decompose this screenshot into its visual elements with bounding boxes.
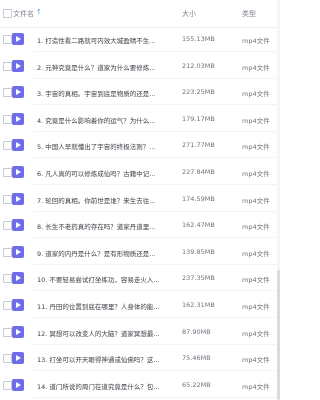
file-row[interactable]: 8. 长生不老药真的存在吗？道家丹道里... 162.47MB mp4文件	[0, 212, 280, 239]
file-size: 174.59MB	[182, 194, 215, 203]
file-row[interactable]: 6. 凡人真的可以修炼成仙吗？古籍中记... 227.84MB mp4文件	[0, 159, 280, 185]
file-size: 271.77MB	[182, 141, 215, 150]
video-file-icon	[12, 325, 24, 338]
file-name[interactable]: 9. 道家的内丹是什么？是有形物质还是...	[37, 248, 173, 258]
file-type: mp4文件	[242, 143, 270, 152]
file-row[interactable]: 4. 究竟是什么影响着你的运气？为什么... 179.17MB mp4文件	[0, 106, 280, 132]
row-checkbox[interactable]	[3, 380, 12, 390]
file-name[interactable]: 13. 打坐可以开天眼得神通或仙佛吗？这...	[37, 354, 173, 364]
file-name[interactable]: 1. 打造性看二路就可内效大城盈晴不生...	[37, 35, 173, 45]
scrollbar[interactable]	[277, 0, 280, 400]
file-size: 155.13MB	[182, 35, 215, 43]
video-file-icon	[12, 59, 24, 72]
file-type: mp4文件	[242, 382, 270, 391]
file-name[interactable]: 8. 长生不老药真的存在吗？道家丹道里...	[37, 221, 173, 231]
row-checkbox[interactable]	[3, 301, 12, 310]
file-row[interactable]: 9. 道家的内丹是什么？是有形物质还是... 139.85MB mp4文件	[0, 239, 280, 265]
file-name[interactable]: 12. 冥想可以改变人的大脑？道家冥想最...	[37, 328, 173, 338]
file-type: mp4文件	[242, 37, 270, 45]
video-file-icon	[12, 352, 24, 365]
file-row[interactable]: 5. 中国人早就懂出了宇宙的终极法则？... 271.77MB mp4文件	[0, 132, 280, 159]
row-checkbox[interactable]	[3, 35, 12, 44]
row-checkbox[interactable]	[3, 274, 12, 284]
column-header-name[interactable]: 文件名	[13, 9, 34, 19]
sort-ascending-icon[interactable]: ↑	[36, 8, 42, 16]
row-checkbox[interactable]	[3, 247, 12, 257]
file-type: mp4文件	[242, 90, 270, 99]
file-size: 212.03MB	[182, 61, 215, 70]
video-file-icon	[12, 139, 24, 152]
file-row[interactable]: 3. 宇宙的真相。宇宙到底是物质的还是... 223.25MB mp4文件	[0, 79, 280, 106]
file-type: mp4文件	[242, 249, 270, 258]
file-type: mp4文件	[242, 223, 270, 232]
file-size: 223.25MB	[182, 88, 215, 97]
row-checkbox[interactable]	[3, 168, 12, 177]
file-name[interactable]: 11. 丹田的位置到底在哪里？人身体的能...	[37, 301, 173, 311]
column-header-type[interactable]: 类型	[242, 9, 256, 19]
file-type: mp4文件	[242, 116, 270, 125]
scrollbar-thumb[interactable]	[277, 270, 280, 400]
file-name[interactable]: 2. 元神究竟是什么？道家为什么要修炼...	[37, 62, 173, 72]
file-size: 65.22MB	[182, 380, 211, 389]
file-size: 237.35MB	[182, 274, 215, 283]
select-all-checkbox[interactable]	[3, 9, 12, 18]
video-file-icon	[12, 192, 24, 205]
file-type: mp4文件	[242, 276, 270, 285]
file-size: 179.17MB	[182, 114, 215, 123]
file-row[interactable]: 14. 道门所说的周门在道究竟是什么？包... 65.22MB mp4文件	[0, 372, 280, 398]
video-file-icon	[12, 86, 24, 99]
file-row[interactable]: 10. 不要轻易尝试打坐练功，容易走火入... 237.35MB mp4文件	[0, 265, 280, 292]
file-size: 227.84MB	[182, 168, 215, 176]
file-name[interactable]: 5. 中国人早就懂出了宇宙的终极法则？...	[37, 141, 173, 151]
file-type: mp4文件	[242, 170, 270, 178]
file-row[interactable]: 7. 轮回的真相。你前世是谁？来生去往... 174.59MB mp4文件	[0, 186, 280, 212]
file-name[interactable]: 3. 宇宙的真相。宇宙到底是物质的还是...	[37, 88, 173, 98]
file-size: 162.47MB	[182, 221, 215, 230]
row-checkbox[interactable]	[3, 354, 12, 364]
row-checkbox[interactable]	[3, 61, 12, 71]
file-size: 162.31MB	[182, 301, 215, 309]
video-file-icon	[12, 33, 24, 45]
row-checkbox[interactable]	[3, 221, 12, 231]
file-name[interactable]: 4. 究竟是什么影响着你的运气？为什么...	[37, 115, 173, 125]
file-type: mp4文件	[242, 303, 270, 311]
file-row[interactable]: 11. 丹田的位置到底在哪里？人身体的能... 162.31MB mp4文件	[0, 292, 280, 318]
row-checkbox[interactable]	[3, 88, 12, 98]
file-row[interactable]: 1. 打造性看二路就可内效大城盈晴不生... 155.13MB mp4文件	[0, 26, 280, 52]
video-file-icon	[12, 245, 24, 258]
file-row[interactable]: 13. 打坐可以开天眼得神通或仙佛吗？这... 75.46MB mp4文件	[0, 345, 280, 372]
file-name[interactable]: 14. 道门所说的周门在道究竟是什么？包...	[37, 381, 173, 391]
row-checkbox[interactable]	[3, 141, 12, 151]
video-file-icon	[12, 378, 24, 391]
column-header-size[interactable]: 大小	[182, 9, 196, 19]
video-file-icon	[12, 166, 24, 178]
file-row[interactable]: 2. 元神究竟是什么？道家为什么要修炼... 212.03MB mp4文件	[0, 53, 280, 79]
file-size: 87.90MB	[182, 327, 211, 336]
row-checkbox[interactable]	[3, 327, 12, 337]
row-checkbox[interactable]	[3, 114, 12, 124]
file-list-header: 文件名 ↑ 大小 类型	[0, 0, 280, 28]
file-type: mp4文件	[242, 63, 270, 72]
file-row[interactable]: 12. 冥想可以改变人的大脑？道家冥想最... 87.90MB mp4文件	[0, 319, 280, 345]
row-checkbox[interactable]	[3, 194, 12, 204]
video-file-icon	[12, 219, 24, 232]
video-file-icon	[12, 299, 24, 311]
file-name[interactable]: 6. 凡人真的可以修炼成仙吗？古籍中记...	[37, 168, 173, 178]
file-size: 139.85MB	[182, 247, 215, 256]
file-type: mp4文件	[242, 196, 270, 205]
file-type: mp4文件	[242, 356, 270, 365]
video-file-icon	[12, 112, 24, 125]
file-name[interactable]: 10. 不要轻易尝试打坐练功，容易走火入...	[37, 274, 173, 284]
video-file-icon	[12, 272, 24, 285]
row-divider	[34, 396, 280, 398]
file-size: 75.46MB	[182, 354, 211, 363]
file-type: mp4文件	[242, 329, 270, 338]
file-name[interactable]: 7. 轮回的真相。你前世是谁？来生去往...	[37, 195, 173, 205]
